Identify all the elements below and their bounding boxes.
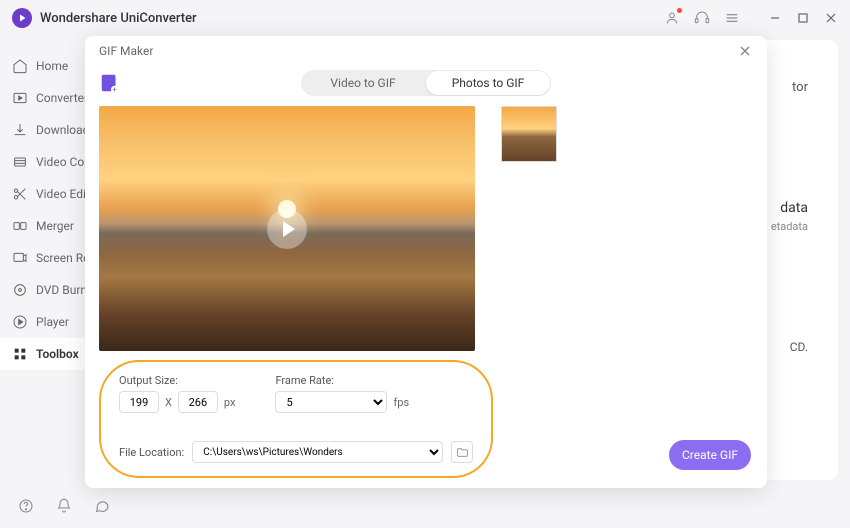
minimize-button[interactable]: [768, 11, 782, 25]
height-input[interactable]: [178, 391, 218, 413]
fps-unit: fps: [393, 396, 409, 409]
converter-icon: [12, 90, 28, 106]
help-icon[interactable]: [18, 498, 34, 514]
play-button[interactable]: [267, 209, 307, 249]
frame-rate-label: Frame Rate:: [275, 374, 409, 387]
scissors-icon: [12, 186, 28, 202]
sidebar-item-home[interactable]: Home: [0, 50, 85, 82]
sidebar-item-merger[interactable]: Merger: [0, 210, 85, 242]
sidebar-label: Video Editor: [36, 187, 85, 201]
sidebar-item-converter[interactable]: Converter: [0, 82, 85, 114]
bottom-bar: [0, 484, 850, 528]
titlebar: Wondershare UniConverter: [0, 0, 850, 36]
content-hint: CD.: [790, 340, 808, 354]
sidebar-item-downloader[interactable]: Downloader: [0, 114, 85, 146]
compressor-icon: [12, 154, 28, 170]
sidebar-item-player[interactable]: Player: [0, 306, 85, 338]
download-icon: [12, 122, 28, 138]
sidebar-label: Player: [36, 315, 69, 329]
maximize-button[interactable]: [796, 11, 810, 25]
sidebar-label: Converter: [36, 91, 85, 105]
recorder-icon: [12, 250, 28, 266]
width-input[interactable]: [119, 391, 159, 413]
content-hint: etadata: [771, 220, 808, 233]
close-button[interactable]: [824, 11, 838, 25]
disc-icon: [12, 282, 28, 298]
file-location-select[interactable]: C:\Users\ws\Pictures\Wonders: [192, 441, 443, 463]
sidebar-item-dvd-burner[interactable]: DVD Burner: [0, 274, 85, 306]
preview-thumbnail[interactable]: [501, 106, 557, 162]
tab-photos-to-gif[interactable]: Photos to GIF: [426, 71, 550, 95]
px-unit: px: [224, 396, 236, 409]
sidebar-label: Home: [36, 59, 68, 73]
sidebar-label: Screen Recorder: [36, 251, 85, 265]
create-gif-button[interactable]: Create GIF: [669, 440, 751, 470]
content-hint: tor: [792, 80, 808, 95]
toolbox-icon: [12, 346, 28, 362]
sidebar-label: Merger: [36, 219, 74, 233]
svg-text:+: +: [112, 85, 116, 94]
sidebar-item-video-editor[interactable]: Video Editor: [0, 178, 85, 210]
main-preview: [99, 106, 475, 351]
modal-title: GIF Maker: [99, 44, 153, 58]
tab-toggle: Video to GIF Photos to GIF: [301, 70, 551, 96]
import-icon[interactable]: +: [99, 72, 121, 94]
content-hint: data: [780, 200, 808, 216]
home-icon: [12, 58, 28, 74]
folder-icon[interactable]: [451, 441, 473, 463]
gif-maker-modal: GIF Maker + Video to GIF Photos to GIF: [85, 36, 767, 488]
app-title: Wondershare UniConverter: [40, 11, 197, 26]
close-icon[interactable]: [737, 43, 753, 59]
sidebar: Home Converter Downloader Video Compress…: [0, 36, 85, 484]
merger-icon: [12, 218, 28, 234]
app-logo: [12, 8, 32, 28]
output-size-label: Output Size:: [119, 374, 235, 387]
options-panel: Output Size: X px Frame Rate: 5 fps File…: [99, 360, 493, 478]
sidebar-item-toolbox[interactable]: Toolbox: [0, 338, 85, 370]
frame-rate-select[interactable]: 5: [275, 391, 387, 413]
menu-icon[interactable]: [724, 10, 740, 26]
sidebar-label: Video Compressor: [36, 155, 85, 169]
sidebar-label: DVD Burner: [36, 283, 85, 297]
headset-icon[interactable]: [694, 10, 710, 26]
user-icon[interactable]: [664, 10, 680, 26]
x-separator: X: [165, 396, 172, 409]
sidebar-label: Downloader: [36, 123, 85, 137]
sidebar-item-screen-recorder[interactable]: Screen Recorder: [0, 242, 85, 274]
bell-icon[interactable]: [56, 498, 72, 514]
sidebar-item-video-compressor[interactable]: Video Compressor: [0, 146, 85, 178]
player-icon: [12, 314, 28, 330]
tab-video-to-gif[interactable]: Video to GIF: [301, 70, 425, 96]
titlebar-icons: [664, 10, 838, 26]
file-location-label: File Location:: [119, 446, 184, 459]
sidebar-label: Toolbox: [36, 347, 79, 361]
chat-icon[interactable]: [94, 498, 110, 514]
